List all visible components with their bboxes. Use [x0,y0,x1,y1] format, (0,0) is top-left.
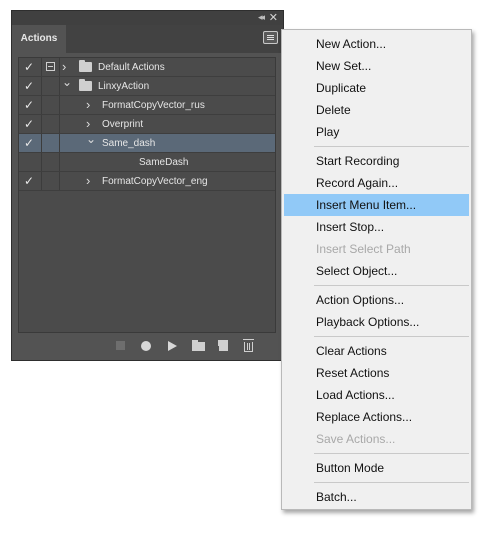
checkmark-icon[interactable]: ✓ [24,59,34,75]
menu-item-delete[interactable]: Delete [284,99,469,121]
folder-icon [79,79,92,91]
close-icon[interactable]: ✕ [269,11,278,24]
action-row[interactable]: ✓ › FormatCopyVector_eng [19,172,275,191]
actions-list: ✓ › Default Actions ✓ ⌄ LinxyAction ✓ › FormatCo… [18,57,276,333]
menu-item-new-set[interactable]: New Set... [284,55,469,77]
menu-item-record-again[interactable]: Record Again... [284,172,469,194]
panel-flyout-menu: New Action... New Set... Duplicate Delete Pl… [281,29,472,510]
menu-separator [314,146,469,147]
menu-item-batch[interactable]: Batch... [284,486,469,508]
checkmark-icon[interactable]: ✓ [24,97,34,113]
menu-item-insert-stop[interactable]: Insert Stop... [284,216,469,238]
panel-menu-icon[interactable] [263,31,278,44]
menu-item-label: Playback Options... [316,315,420,329]
set-label: Default Actions [98,62,165,73]
checkmark-icon[interactable]: ✓ [24,135,34,151]
action-label: Same_dash [102,138,156,149]
menu-item-label: Replace Actions... [316,410,413,424]
action-row[interactable]: ✓ › FormatCopyVector_rus [19,96,275,115]
menu-item-play[interactable]: Play [284,121,469,143]
menu-item-label: Play [316,125,340,139]
chevron-right-icon[interactable]: › [86,172,90,190]
action-label: FormatCopyVector_rus [102,100,205,111]
menu-item-label: Reset Actions [316,366,390,380]
menu-item-new-action[interactable]: New Action... [284,33,469,55]
action-row[interactable]: ✓ › Overprint [19,115,275,134]
menu-item-label: Start Recording [316,154,400,168]
panel-bottom-toolbar [12,334,283,362]
action-row[interactable]: SameDash [19,153,275,172]
menu-item-replace-actions[interactable]: Replace Actions... [284,406,469,428]
menu-item-playback-options[interactable]: Playback Options... [284,311,469,333]
menu-separator [314,453,469,454]
menu-item-label: Load Actions... [316,388,395,402]
checkmark-icon[interactable]: ✓ [24,173,34,189]
play-icon[interactable] [168,341,177,351]
menu-item-start-recording[interactable]: Start Recording [284,150,469,172]
menu-item-clear-actions[interactable]: Clear Actions [284,340,469,362]
trash-icon[interactable] [243,339,254,352]
menu-item-label: Button Mode [316,461,385,475]
menu-item-duplicate[interactable]: Duplicate [284,77,469,99]
tab-actions[interactable]: Actions [12,25,66,53]
menu-item-label: Select Object... [316,264,398,278]
chevron-down-icon[interactable]: ⌄ [62,73,72,91]
menu-item-insert-select-path: Insert Select Path [284,238,469,260]
menu-item-label: Insert Stop... [316,220,385,234]
menu-item-select-object[interactable]: Select Object... [284,260,469,282]
menu-item-label: Insert Menu Item... [316,198,417,212]
panel-tab-strip: Actions [12,25,283,53]
action-row[interactable]: ✓ ⌄ Same_dash [19,132,275,153]
folder-icon [79,60,92,72]
chevron-right-icon[interactable]: › [86,96,90,114]
menu-item-action-options[interactable]: Action Options... [284,289,469,311]
step-label: SameDash [139,157,189,168]
menu-item-button-mode[interactable]: Button Mode [284,457,469,479]
action-label: Overprint [102,119,144,130]
panel-title-bar: ◂◂ ✕ [12,11,283,25]
new-set-icon[interactable] [192,340,205,351]
menu-item-label: New Set... [316,59,372,73]
menu-item-insert-menu-item[interactable]: Insert Menu Item... [284,194,469,216]
action-row[interactable]: ✓ › Default Actions [19,58,275,77]
menu-separator [314,285,469,286]
menu-item-label: Insert Select Path [316,242,411,256]
action-row[interactable]: ✓ ⌄ LinxyAction [19,75,275,96]
new-action-icon[interactable] [215,340,228,351]
chevron-down-icon[interactable]: ⌄ [86,130,96,148]
checkmark-icon[interactable]: ✓ [24,116,34,132]
menu-item-label: Batch... [316,490,357,504]
menu-separator [314,482,469,483]
menu-item-label: Record Again... [316,176,399,190]
menu-item-save-actions: Save Actions... [284,428,469,450]
checkmark-icon[interactable]: ✓ [24,78,34,94]
menu-item-label: Duplicate [316,81,367,95]
menu-item-label: Delete [316,103,351,117]
menu-item-load-actions[interactable]: Load Actions... [284,384,469,406]
record-icon[interactable] [141,341,151,351]
stop-icon[interactable] [116,341,125,350]
menu-item-label: New Action... [316,37,387,51]
collapse-icon[interactable]: ◂◂ [258,12,265,24]
menu-item-label: Clear Actions [316,344,387,358]
menu-separator [314,336,469,337]
menu-item-label: Action Options... [316,293,405,307]
set-label: LinxyAction [98,81,150,92]
menu-item-reset-actions[interactable]: Reset Actions [284,362,469,384]
dialog-toggle-icon[interactable] [46,62,55,71]
actions-panel: ◂◂ ✕ Actions ✓ › Default Actions ✓ ⌄ LinxyAct… [11,10,284,361]
menu-item-label: Save Actions... [316,432,396,446]
action-label: FormatCopyVector_eng [102,176,208,187]
